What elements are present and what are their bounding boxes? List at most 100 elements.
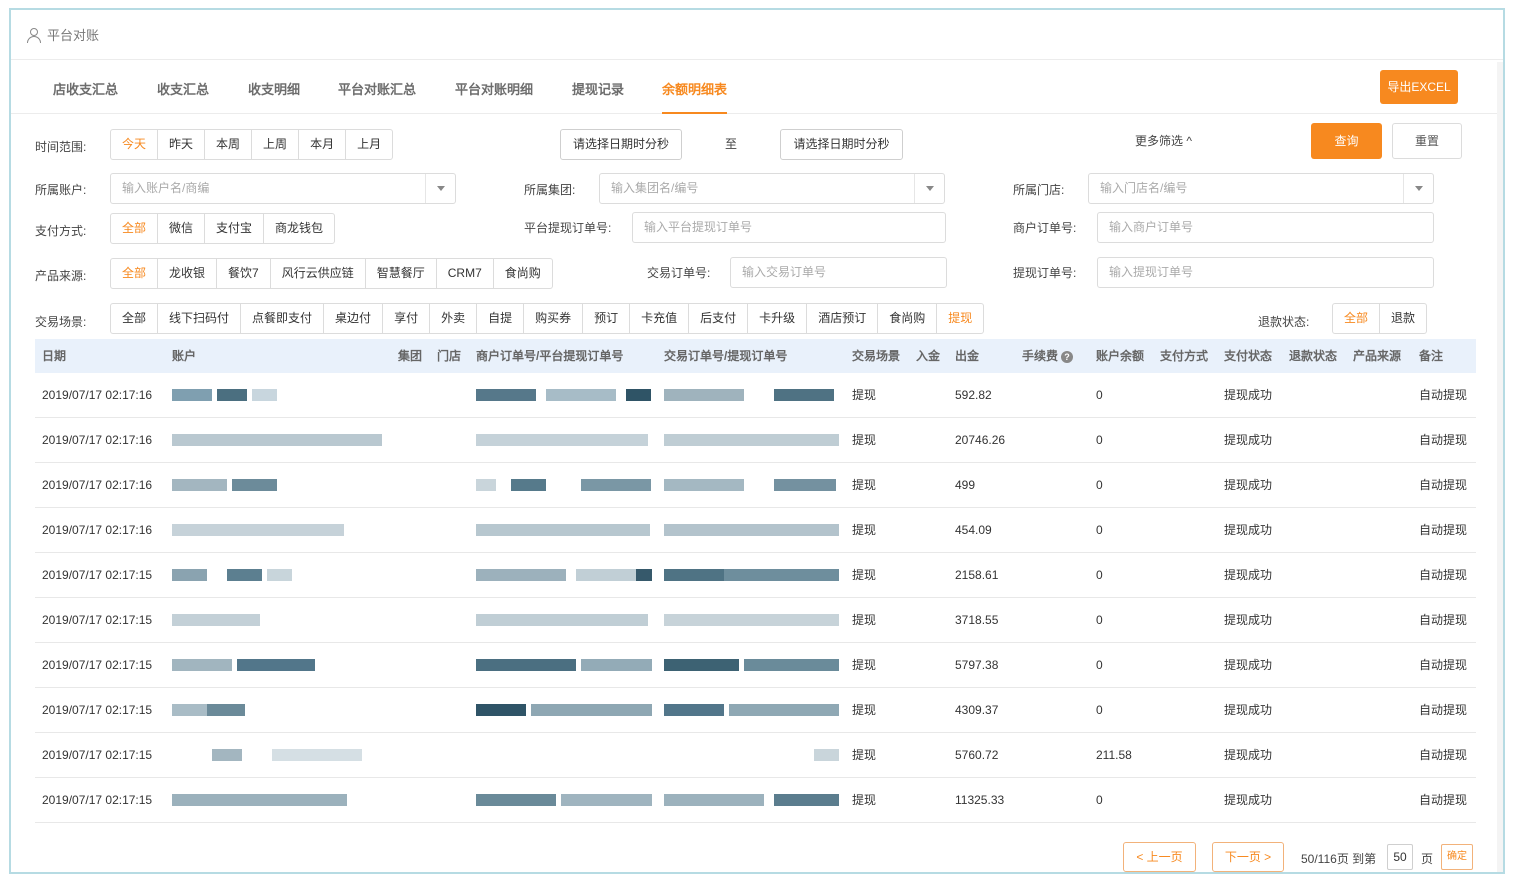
tab-income-detail[interactable]: 收支明细: [248, 70, 300, 114]
refund-option-refund[interactable]: 退款: [1380, 304, 1426, 333]
source-option-canyin7[interactable]: 餐饮7: [217, 259, 271, 288]
cell-scene: 提现: [852, 793, 877, 807]
scene-option-buy-coupon[interactable]: 购买券: [524, 304, 584, 333]
query-button[interactable]: 查询: [1311, 123, 1382, 159]
col-balance[interactable]: 账户余额: [1096, 339, 1144, 373]
cell-remark: 自动提现: [1419, 523, 1468, 537]
time-option-this-week[interactable]: 本周: [205, 130, 253, 159]
source-option-smart-restaurant[interactable]: 智慧餐厅: [366, 259, 437, 288]
tab-store-summary[interactable]: 店收支汇总: [53, 70, 118, 114]
more-filter-toggle[interactable]: 更多筛选 ^: [1135, 132, 1192, 149]
col-scene[interactable]: 交易场景: [852, 339, 900, 373]
pay-option-all[interactable]: 全部: [111, 214, 159, 243]
pay-option-alipay[interactable]: 支付宝: [205, 214, 265, 243]
platform-withdraw-no-input[interactable]: 输入平台提现订单号: [632, 212, 946, 243]
store-select[interactable]: 输入门店名/编号: [1088, 173, 1434, 204]
chevron-down-icon[interactable]: [1403, 174, 1433, 203]
scene-option-shishanggou[interactable]: 食尚购: [878, 304, 938, 333]
account-select[interactable]: 输入账户名/商编: [110, 173, 456, 204]
source-option-all[interactable]: 全部: [111, 259, 159, 288]
merchant-order-no-input[interactable]: 输入商户订单号: [1097, 212, 1434, 243]
scene-option-order-pay[interactable]: 点餐即支付: [241, 304, 325, 333]
time-option-today[interactable]: 今天: [111, 130, 159, 159]
scene-option-reserve[interactable]: 预订: [583, 304, 631, 333]
table-row[interactable]: 2019/07/17 02:17:15 提现 5760.72 211.58 提现…: [35, 733, 1476, 778]
redacted-merchant-order: [476, 704, 652, 716]
cell-balance: 0: [1096, 703, 1103, 717]
cell-remark: 自动提现: [1419, 748, 1468, 762]
chevron-down-icon[interactable]: [914, 174, 944, 203]
pay-option-wechat[interactable]: 微信: [158, 214, 206, 243]
table-row[interactable]: 2019/07/17 02:17:15 提现 2158.61 0 提现成功 自动…: [35, 553, 1476, 598]
scene-option-offline-scan[interactable]: 线下扫码付: [158, 304, 242, 333]
scene-option-card-recharge[interactable]: 卡充值: [630, 304, 690, 333]
group-select[interactable]: 输入集团名/编号: [599, 173, 945, 204]
time-option-this-month[interactable]: 本月: [299, 130, 347, 159]
chevron-down-icon[interactable]: [425, 174, 455, 203]
table-row[interactable]: 2019/07/17 02:17:16 提现 499 0 提现成功 自动提现: [35, 463, 1476, 508]
withdraw-no-input[interactable]: 输入提现订单号: [1097, 257, 1434, 288]
col-date[interactable]: 日期: [42, 339, 66, 373]
scene-option-pickup[interactable]: 自提: [477, 304, 525, 333]
source-option-supply-chain[interactable]: 风行云供应链: [271, 259, 366, 288]
time-option-last-week[interactable]: 上周: [252, 130, 300, 159]
scrollbar[interactable]: [1497, 62, 1503, 872]
table-row[interactable]: 2019/07/17 02:17:15 提现 11325.33 0 提现成功 自…: [35, 778, 1476, 823]
col-store[interactable]: 门店: [437, 339, 461, 373]
col-account[interactable]: 账户: [172, 339, 196, 373]
trade-no-input[interactable]: 输入交易订单号: [730, 257, 947, 288]
scene-option-post-pay[interactable]: 后支付: [689, 304, 749, 333]
cell-remark: 自动提现: [1419, 793, 1468, 807]
page-number-input[interactable]: 50: [1387, 844, 1413, 870]
cell-date: 2019/07/17 02:17:16: [42, 433, 153, 447]
page-unit: 页: [1421, 852, 1434, 866]
pay-option-wallet[interactable]: 商龙钱包: [264, 214, 334, 243]
scene-option-all[interactable]: 全部: [111, 304, 159, 333]
table-row[interactable]: 2019/07/17 02:17:16 提现 454.09 0 提现成功 自动提…: [35, 508, 1476, 553]
reset-button[interactable]: 重置: [1392, 123, 1462, 159]
col-fee[interactable]: 手续费?: [1022, 339, 1074, 373]
table-row[interactable]: 2019/07/17 02:17:15 提现 4309.37 0 提现成功 自动…: [35, 688, 1476, 733]
scene-option-takeout[interactable]: 外卖: [430, 304, 478, 333]
scene-option-hotel[interactable]: 酒店预订: [807, 304, 879, 333]
col-amount-in[interactable]: 入金: [916, 339, 940, 373]
time-option-last-month[interactable]: 上月: [346, 130, 392, 159]
table-row[interactable]: 2019/07/17 02:17:15 提现 3718.55 0 提现成功 自动…: [35, 598, 1476, 643]
end-datetime-picker[interactable]: 请选择日期时分秒: [780, 129, 903, 160]
tab-income-summary[interactable]: 收支汇总: [157, 70, 209, 114]
cell-balance: 0: [1096, 433, 1103, 447]
col-pay-method[interactable]: 支付方式: [1160, 339, 1208, 373]
col-product-source[interactable]: 产品来源: [1353, 339, 1401, 373]
refund-status-selector: 全部 退款: [1332, 303, 1428, 334]
col-refund-status[interactable]: 退款状态: [1289, 339, 1337, 373]
scene-option-withdraw[interactable]: 提现: [937, 304, 983, 333]
next-page-button[interactable]: 下一页 >: [1212, 842, 1284, 872]
source-option-shishanggou[interactable]: 食尚购: [494, 259, 552, 288]
info-icon[interactable]: ?: [1061, 350, 1074, 363]
tab-platform-detail[interactable]: 平台对账明细: [455, 70, 533, 114]
table-row[interactable]: 2019/07/17 02:17:16 提现 592.82 0 提现成功 自动提…: [35, 373, 1476, 418]
page-confirm-button[interactable]: 确定: [1441, 844, 1473, 870]
table-row[interactable]: 2019/07/17 02:17:16 提现 20746.26 0 提现成功 自…: [35, 418, 1476, 463]
col-amount-out[interactable]: 出金: [955, 339, 979, 373]
scene-option-table-pay[interactable]: 桌边付: [324, 304, 384, 333]
table-row[interactable]: 2019/07/17 02:17:15 提现 5797.38 0 提现成功 自动…: [35, 643, 1476, 688]
prev-page-button[interactable]: < 上一页: [1123, 842, 1196, 872]
source-option-longshouyin[interactable]: 龙收银: [158, 259, 218, 288]
source-option-crm7[interactable]: CRM7: [437, 259, 494, 288]
col-group[interactable]: 集团: [398, 339, 422, 373]
tab-balance-detail[interactable]: 余额明细表: [662, 70, 728, 114]
export-excel-button[interactable]: 导出EXCEL: [1380, 70, 1458, 104]
col-pay-status[interactable]: 支付状态: [1224, 339, 1272, 373]
cell-amount-out: 2158.61: [955, 568, 999, 582]
refund-option-all[interactable]: 全部: [1333, 304, 1381, 333]
tab-withdraw-records[interactable]: 提现记录: [572, 70, 624, 114]
col-remark[interactable]: 备注: [1419, 339, 1443, 373]
col-trade-order[interactable]: 交易订单号/提现订单号: [664, 339, 787, 373]
scene-option-xiangfu[interactable]: 享付: [383, 304, 431, 333]
time-option-yesterday[interactable]: 昨天: [158, 130, 206, 159]
scene-option-card-upgrade[interactable]: 卡升级: [748, 304, 808, 333]
col-merchant-order[interactable]: 商户订单号/平台提现订单号: [476, 339, 623, 373]
start-datetime-picker[interactable]: 请选择日期时分秒: [560, 129, 682, 160]
tab-platform-summary[interactable]: 平台对账汇总: [338, 70, 416, 114]
